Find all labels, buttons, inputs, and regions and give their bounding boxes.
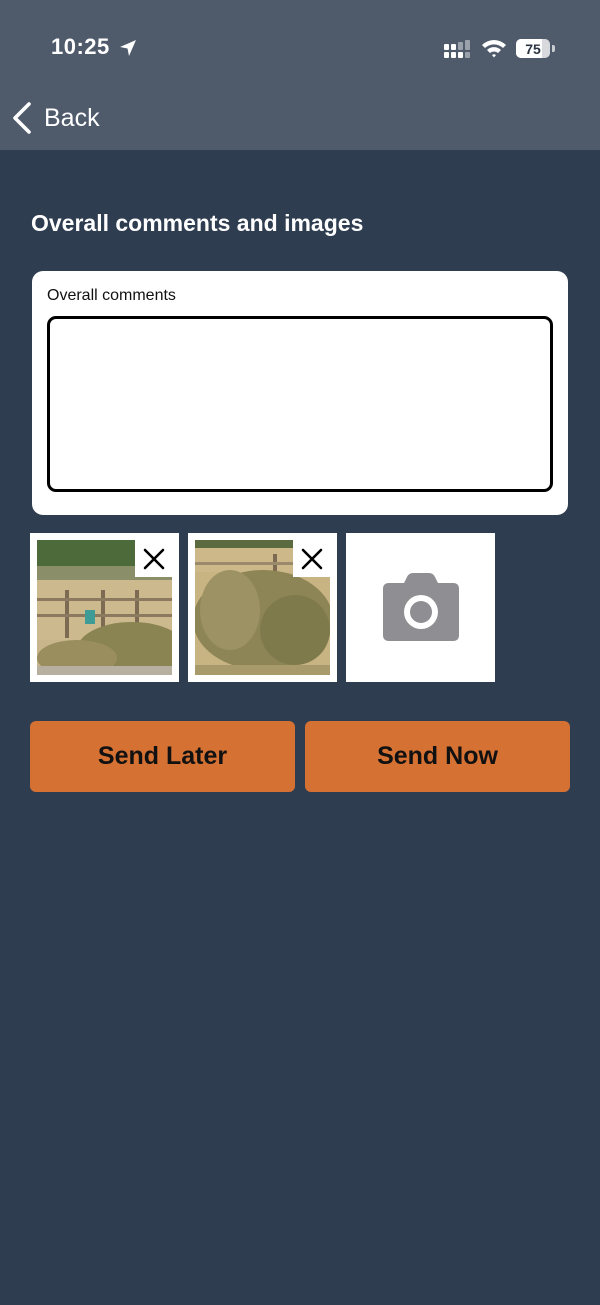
image-thumbnail[interactable] bbox=[188, 533, 337, 682]
comments-textarea[interactable] bbox=[47, 316, 553, 492]
chevron-left-icon bbox=[13, 102, 31, 134]
section-title: Overall comments and images bbox=[31, 210, 364, 236]
close-icon bbox=[143, 548, 164, 569]
top-bar: 10:25 75 Back bbox=[0, 0, 600, 150]
back-label: Back bbox=[44, 103, 100, 132]
remove-image-button[interactable] bbox=[293, 540, 330, 577]
location-arrow-icon bbox=[120, 40, 136, 56]
comments-card: Overall comments bbox=[32, 271, 568, 515]
battery-level: 75 bbox=[525, 40, 541, 57]
add-photo-button[interactable] bbox=[346, 533, 495, 682]
battery-icon: 75 bbox=[516, 39, 550, 58]
comments-label: Overall comments bbox=[47, 287, 176, 304]
send-now-button[interactable]: Send Now bbox=[305, 721, 570, 792]
send-later-button[interactable]: Send Later bbox=[30, 721, 295, 792]
remove-image-button[interactable] bbox=[135, 540, 172, 577]
image-thumbnail[interactable] bbox=[30, 533, 179, 682]
cellular-signal-icon bbox=[444, 40, 470, 58]
battery-nub bbox=[552, 45, 555, 52]
close-icon bbox=[301, 548, 322, 569]
camera-icon bbox=[383, 573, 459, 641]
status-time: 10:25 bbox=[51, 34, 110, 59]
wifi-icon bbox=[482, 40, 506, 58]
back-button[interactable]: Back bbox=[10, 98, 100, 138]
